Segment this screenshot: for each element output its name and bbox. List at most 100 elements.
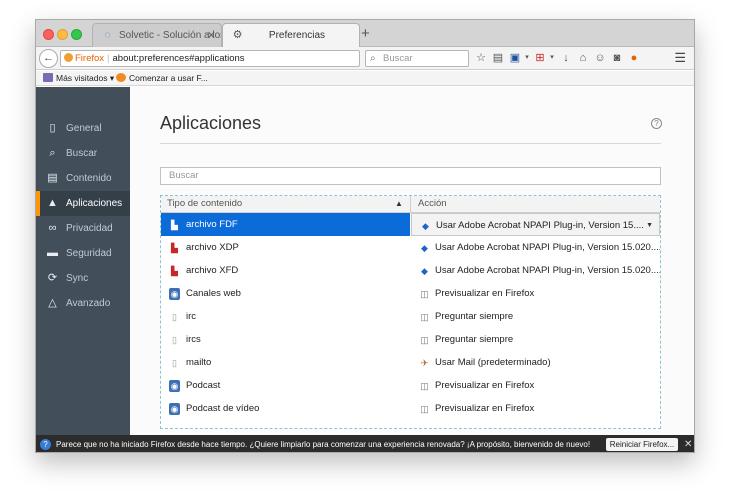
tab-label: Preferencias: [268, 30, 326, 41]
pdf-file-icon: ▙: [171, 220, 178, 230]
filter-placeholder: Buscar: [169, 170, 199, 181]
action-cell[interactable]: ◆ Usar Adobe Acrobat NPAPI Plug-in, Vers…: [411, 259, 660, 282]
content-type-cell: ◉ Podcast: [169, 380, 221, 392]
table-row[interactable]: ◉ Canales web ◫ Previsualizar en Firefox: [161, 282, 660, 305]
firefox-account-icon[interactable]: ●: [627, 51, 641, 65]
table-row[interactable]: ◉ Podcast de vídeo ◫ Previsualizar en Fi…: [161, 397, 660, 420]
pocket-icon[interactable]: ◙: [610, 51, 624, 65]
action-cell[interactable]: ◆ Usar Adobe Acrobat NPAPI Plug-in, Vers…: [411, 236, 660, 259]
help-icon[interactable]: ?: [651, 118, 662, 129]
action-dropdown[interactable]: ◆ Usar Adobe Acrobat NPAPI Plug-in, Vers…: [411, 213, 660, 236]
url-bar[interactable]: Firefox|about:preferences#applications ↻: [60, 50, 360, 67]
table-row[interactable]: ▙ archivo XDP ◆ Usar Adobe Acrobat NPAPI…: [161, 236, 660, 259]
tab-preferences[interactable]: ⚙ Preferencias: [222, 23, 360, 47]
content-type-cell: ◉ Podcast de vídeo: [169, 403, 260, 415]
action-cell[interactable]: ◫ Preguntar siempre: [411, 328, 660, 351]
minimize-window-button[interactable]: [57, 29, 68, 40]
action-cell[interactable]: ◫ Preguntar siempre: [411, 305, 660, 328]
sidebar-item-search[interactable]: ⌕ Buscar: [36, 141, 130, 166]
tab-solvetic[interactable]: ◌ Solvetic - Solución a los pr... ✕: [92, 23, 222, 47]
column-header-action[interactable]: Acción: [418, 196, 447, 212]
notification-text: Parece que no ha iniciado Firefox desde …: [56, 440, 591, 449]
ask-icon: ◫: [420, 312, 429, 322]
sidebar-item-security[interactable]: ▬ Seguridad: [36, 241, 130, 266]
divider: [160, 143, 661, 144]
content-icon: ▤: [47, 172, 58, 184]
wizard-hat-icon: △: [48, 297, 57, 309]
new-tab-button[interactable]: +: [361, 25, 370, 42]
save-dropdown-icon[interactable]: ▾: [520, 51, 534, 65]
general-icon: ▯: [49, 122, 56, 134]
chat-icon[interactable]: ☺: [593, 51, 607, 65]
pdf-file-icon: ▙: [171, 243, 178, 253]
rss-feed-icon: ◉: [169, 380, 180, 392]
search-icon: ⌕: [49, 147, 56, 159]
file-icon: ▯: [172, 312, 177, 322]
bookmark-star-icon[interactable]: ☆: [474, 51, 488, 65]
sidebar-item-content[interactable]: ▤ Contenido: [36, 166, 130, 191]
table-row[interactable]: ▯ irc ◫ Preguntar siempre: [161, 305, 660, 328]
search-icon: ⌕: [370, 53, 376, 64]
reading-list-icon[interactable]: ▤: [491, 51, 505, 65]
table-header: Tipo de contenido ▲ Acción: [161, 196, 660, 213]
browser-window: ◌ Solvetic - Solución a los pr... ✕ ⚙ Pr…: [35, 19, 695, 453]
file-icon: ▯: [172, 335, 177, 345]
action-cell[interactable]: ◫ Previsualizar en Firefox: [411, 397, 660, 420]
lock-icon: ▬: [47, 247, 58, 259]
pdf-file-icon: ▙: [171, 266, 178, 276]
file-icon: ▯: [172, 358, 177, 368]
bookmarks-bar: Más visitados ▾ Comenzar a usar F...: [36, 71, 694, 86]
plugin-cube-icon: ◆: [422, 221, 429, 231]
table-row[interactable]: ▙ archivo XFD ◆ Usar Adobe Acrobat NPAPI…: [161, 259, 660, 282]
table-row[interactable]: ▯ mailto ✈ Usar Mail (predeterminado): [161, 351, 660, 374]
mask-icon: ∞: [48, 222, 57, 234]
bookmark-getting-started[interactable]: Comenzar a usar F...: [116, 71, 208, 85]
home-icon[interactable]: ⌂: [576, 51, 590, 65]
page-title: Aplicaciones: [160, 113, 262, 133]
url-separator: |: [107, 53, 110, 64]
table-row[interactable]: ▙ archivo FDF ◆ Usar Adobe Acrobat NPAPI…: [161, 213, 660, 236]
sidebar-item-advanced[interactable]: △ Avanzado: [36, 291, 130, 316]
gear-icon: ⚙: [232, 29, 243, 41]
applications-filter-input[interactable]: Buscar: [160, 167, 661, 185]
firefox-icon: [64, 53, 73, 62]
sort-ascending-icon[interactable]: ▲: [395, 196, 403, 212]
content-type-cell: ◉ Canales web: [169, 288, 241, 300]
content-type-cell: ▯ ircs: [161, 328, 410, 351]
plugin-cube-icon: ◆: [421, 266, 428, 276]
bookmark-most-visited[interactable]: Más visitados ▾: [43, 71, 114, 85]
sidebar-item-general[interactable]: ▯ General: [36, 116, 130, 141]
column-header-type[interactable]: Tipo de contenido: [167, 196, 242, 212]
firefox-icon: [116, 73, 126, 82]
table-row[interactable]: ▯ ircs ◫ Preguntar siempre: [161, 328, 660, 351]
preview-icon: ◫: [420, 381, 429, 391]
action-cell[interactable]: ◫ Previsualizar en Firefox: [411, 282, 660, 305]
action-cell[interactable]: ✈ Usar Mail (predeterminado): [411, 351, 660, 374]
reset-firefox-button[interactable]: Reiniciar Firefox...: [606, 438, 678, 451]
action-cell[interactable]: ◫ Previsualizar en Firefox: [411, 374, 660, 397]
navigation-bar: ← Firefox | about:preferences#applications…: [36, 47, 694, 70]
search-bar[interactable]: ⌕ Buscar: [365, 50, 469, 67]
menu-icon[interactable]: ☰: [674, 50, 686, 66]
close-tab-icon[interactable]: ✕: [207, 24, 216, 47]
identity-badge[interactable]: Firefox: [64, 53, 104, 64]
content-type-cell: ▯ mailto: [161, 351, 410, 374]
addon-dropdown-icon[interactable]: ▾: [545, 51, 559, 65]
sidebar-item-privacy[interactable]: ∞ Privacidad: [36, 216, 130, 241]
table-row[interactable]: ◉ Podcast ◫ Previsualizar en Firefox: [161, 374, 660, 397]
close-window-button[interactable]: [43, 29, 54, 40]
question-icon: ?: [40, 439, 51, 450]
rss-feed-icon: ◉: [169, 403, 180, 415]
download-icon[interactable]: ↓: [559, 51, 573, 65]
back-button[interactable]: ←: [39, 49, 58, 68]
close-icon[interactable]: ✕: [684, 435, 692, 452]
chevron-down-icon[interactable]: ▼: [646, 214, 653, 235]
solvetic-icon: ◌: [104, 29, 111, 41]
maximize-window-button[interactable]: [71, 29, 82, 40]
preferences-content: Aplicaciones ? Buscar Tipo de contenido …: [130, 87, 694, 435]
sidebar-item-applications[interactable]: ▲ Aplicaciones: [36, 191, 130, 216]
sync-icon: ⟳: [47, 272, 58, 284]
folder-icon: [43, 73, 53, 82]
sidebar-item-sync[interactable]: ⟳ Sync: [36, 266, 130, 291]
notification-bar: ? Parece que no ha iniciado Firefox desd…: [36, 435, 694, 452]
